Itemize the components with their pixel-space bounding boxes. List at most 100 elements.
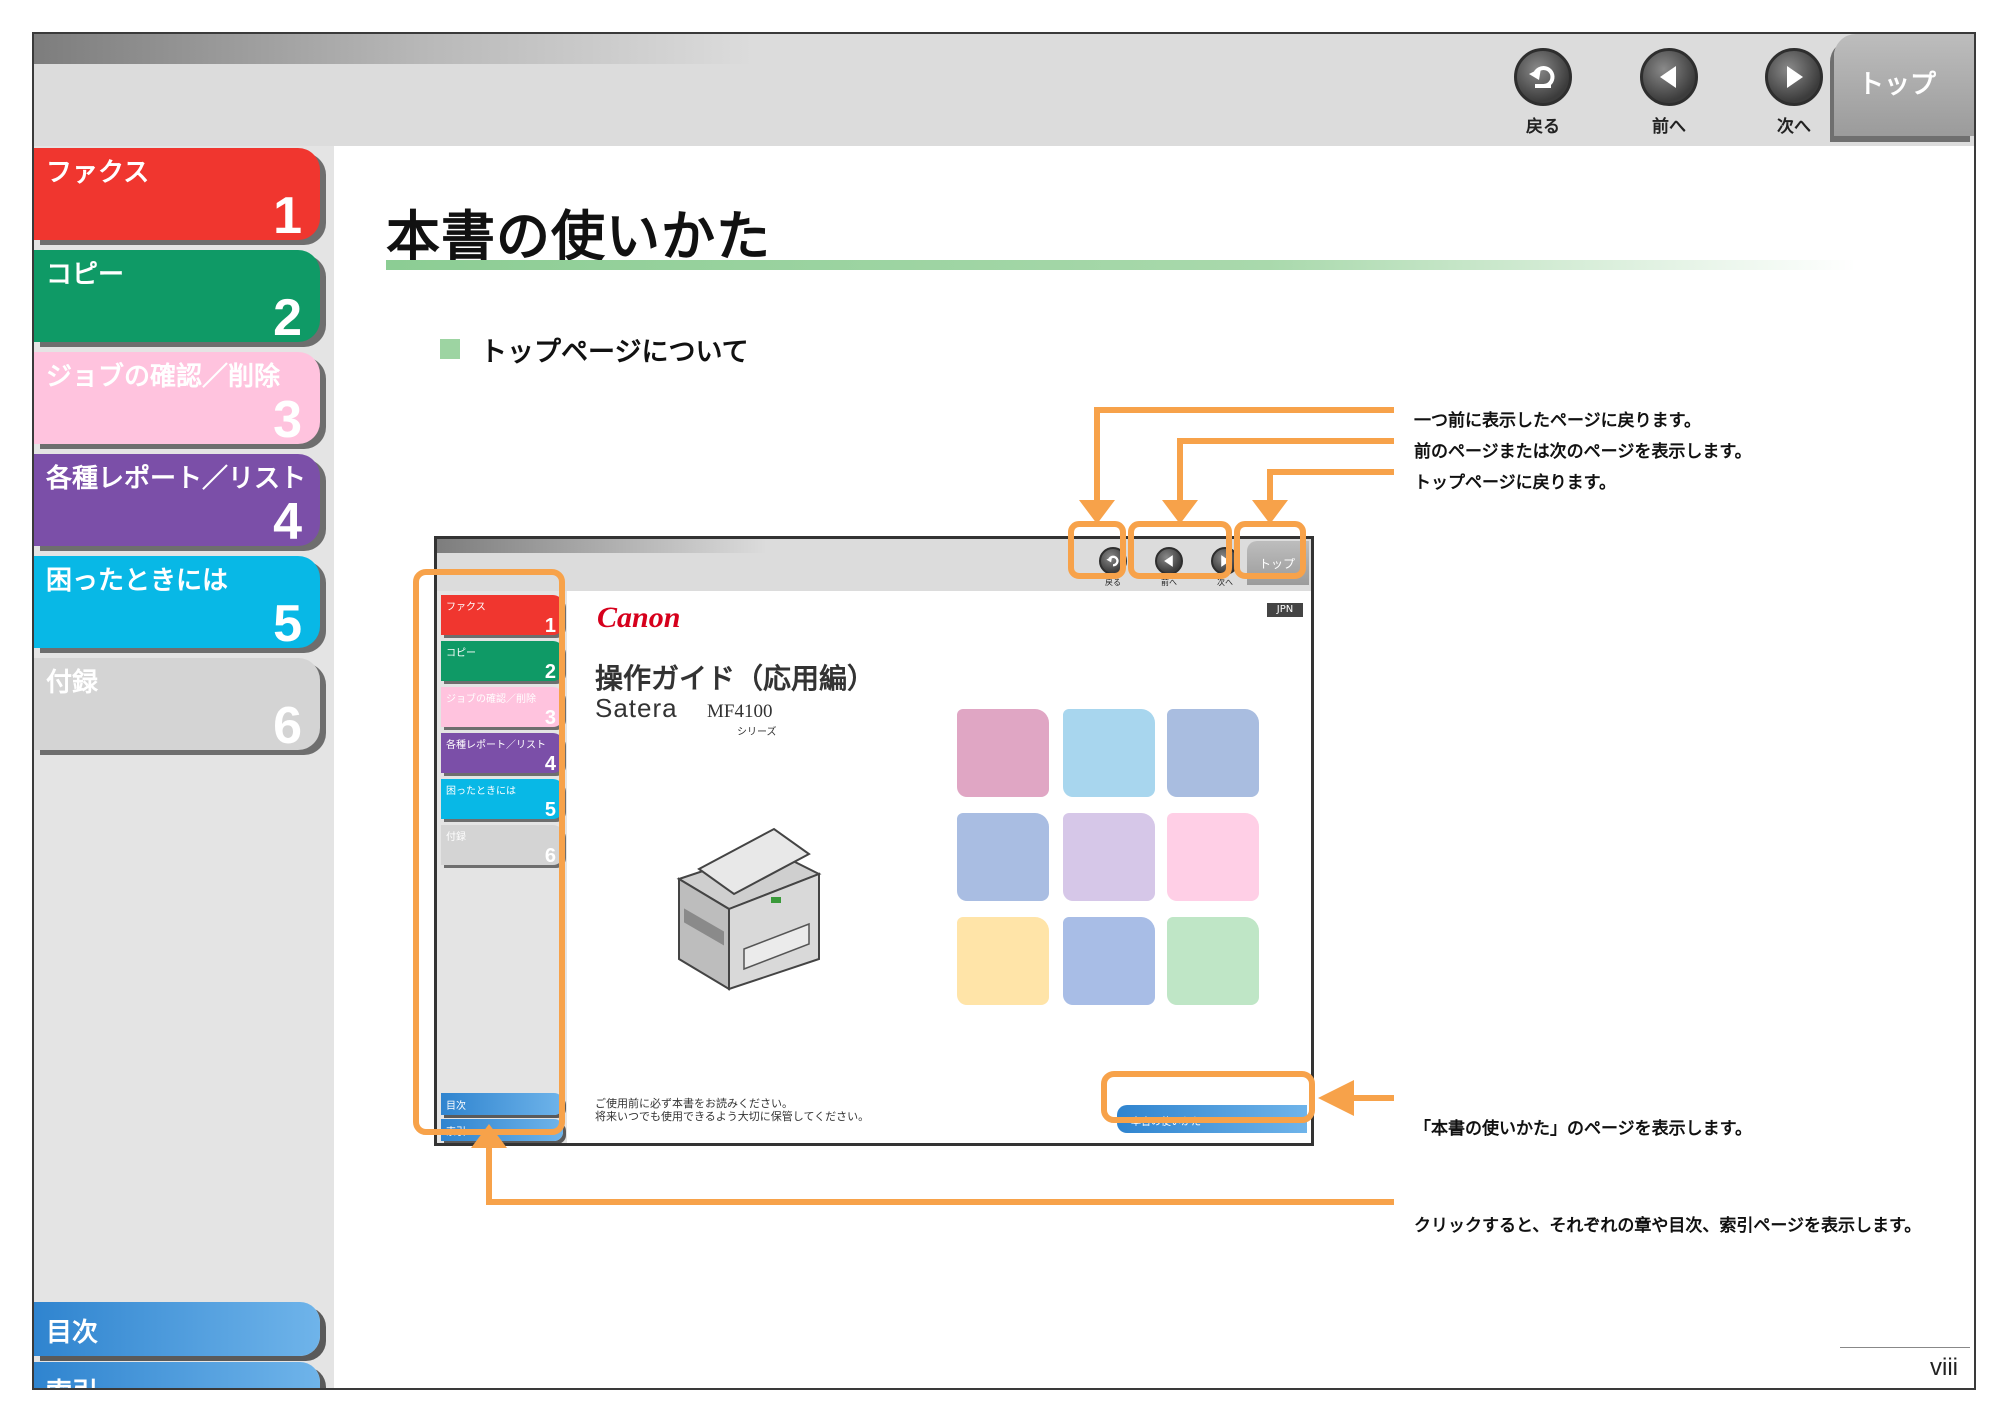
back-arrow-icon [1099, 547, 1127, 575]
prev-button[interactable]: 前へ [1624, 48, 1714, 143]
chapter-tab-jobs[interactable]: ジョブの確認／削除 3 [34, 352, 320, 449]
callout-top: トップページに戻ります。 [1414, 473, 1616, 493]
mini-header: 戻る 前へ 次へ トップ [437, 539, 1311, 591]
back-button[interactable]: 戻る [1498, 48, 1588, 143]
chapter-tab-copy[interactable]: コピー 2 [34, 250, 320, 347]
mini-chapter-number: 1 [544, 615, 556, 637]
arrow-line-back [1094, 407, 1394, 504]
top-page-screenshot: 戻る 前へ 次へ トップ ファクス 1 コピー 2 ジョブの確認／削除 3 各種レポー… [434, 536, 1314, 1146]
color-tile [957, 813, 1049, 901]
mini-back-label: 戻る [1105, 578, 1121, 587]
callout-back: 一つ前に表示したページに戻ります。 [1414, 411, 1701, 431]
mini-chapter-number: 4 [544, 753, 556, 775]
chapter-number: 4 [273, 493, 302, 551]
mini-index-button: 索引 [441, 1119, 563, 1141]
mini-chapter-label: 困ったときには [446, 786, 516, 797]
color-tile [1063, 709, 1155, 797]
mini-chapter-number: 2 [544, 661, 556, 683]
mini-chapter-label: 各種レポート／リスト [446, 740, 546, 751]
mini-chapter-tab: 各種レポート／リスト 4 [441, 733, 563, 775]
chapter-label: コピー [46, 260, 125, 290]
mini-chapter-tab: コピー 2 [441, 641, 563, 683]
printer-illustration [676, 827, 822, 991]
page-number-rule [1840, 1347, 1970, 1348]
mini-sidebar: ファクス 1 コピー 2 ジョブの確認／削除 3 各種レポート／リスト 4 困ったときに… [437, 591, 567, 1143]
guide-title: 操作ガイド（応用編） [595, 662, 876, 695]
color-tile [1063, 813, 1155, 901]
chapter-label: ファクス [46, 158, 150, 188]
mini-header-gradient [437, 539, 767, 553]
product-brand: Satera [595, 693, 678, 723]
mini-chapter-number: 5 [544, 799, 556, 821]
triangle-left-icon [1155, 547, 1183, 575]
product-series: シリーズ [737, 727, 777, 738]
mini-chapter-tab: ジョブの確認／削除 3 [441, 687, 563, 729]
triangle-left-icon [1640, 48, 1698, 106]
chapter-label: 困ったときには [46, 566, 229, 596]
next-button[interactable]: 次へ [1749, 48, 1839, 143]
mini-howto-button: 本書の使いかた [1117, 1105, 1307, 1133]
chapter-number: 6 [273, 697, 302, 755]
mini-next-button: 次へ [1203, 547, 1247, 588]
mini-chapter-label: 付録 [446, 832, 466, 843]
back-arrow-icon [1514, 48, 1572, 106]
mini-prev-label: 前へ [1161, 578, 1177, 587]
square-bullet-icon [440, 339, 460, 359]
header-bar: 戻る 前へ 次へ トップ [34, 34, 1974, 146]
triangle-right-icon [1765, 48, 1823, 106]
callout-chapters: クリックすると、それぞれの章や目次、索引ページを表示します。 [1414, 1216, 1922, 1236]
chapter-number: 3 [273, 391, 302, 449]
color-tile [957, 709, 1049, 797]
mini-top-tab: トップ [1247, 541, 1309, 585]
top-page-tab[interactable]: トップ [1834, 34, 1974, 136]
mini-chapter-tab: 付録 6 [441, 825, 563, 867]
chapter-tab-fax[interactable]: ファクス 1 [34, 148, 320, 245]
manual-page: 戻る 前へ 次へ トップ ファクス 1 コピー 2 ジョブの確認／削除 3 各種レポー… [32, 32, 1976, 1390]
mini-chapter-tab: 困ったときには 5 [441, 779, 563, 821]
mini-back-button: 戻る [1091, 547, 1135, 588]
mini-chapter-label: ジョブの確認／削除 [446, 694, 536, 705]
mini-contents-button: 目次 [441, 1093, 563, 1115]
chapter-number: 1 [273, 187, 302, 245]
chapter-number: 5 [273, 595, 302, 653]
title-underline [386, 260, 1856, 270]
chapter-label: ジョブの確認／削除 [46, 362, 281, 392]
chapter-tab-appendix[interactable]: 付録 6 [34, 658, 320, 755]
color-tile [1063, 917, 1155, 1005]
arrow-head-back [1079, 500, 1115, 524]
color-tile [1167, 813, 1259, 901]
color-tile [1167, 917, 1259, 1005]
language-badge: JPN [1267, 603, 1303, 617]
arrow-line-chapters [486, 1144, 1394, 1205]
callout-howto: 「本書の使いかた」のページを表示します。 [1414, 1119, 1752, 1139]
chapter-tab-troubleshooting[interactable]: 困ったときには 5 [34, 556, 320, 653]
section-heading: トップページについて [480, 337, 749, 368]
mini-chapter-number: 3 [544, 707, 556, 729]
notice-line-1: ご使用前に必ず本書をお読みください。 [595, 1097, 793, 1110]
chapter-tab-reports[interactable]: 各種レポート／リスト 4 [34, 454, 320, 551]
mini-chapter-number: 6 [544, 845, 556, 867]
color-tile [1167, 709, 1259, 797]
mini-chapter-label: コピー [446, 648, 476, 659]
arrow-line-top [1267, 469, 1394, 504]
chapter-number: 2 [273, 289, 302, 347]
mini-chapter-tab: ファクス 1 [441, 595, 563, 637]
arrow-line-prev-next [1177, 438, 1394, 504]
page-number: viii [1930, 1354, 1958, 1381]
mini-next-label: 次へ [1217, 578, 1233, 587]
back-label: 戻る [1526, 117, 1560, 137]
arrow-head-prev-next [1162, 500, 1198, 524]
callout-prev-next: 前のページまたは次のページを表示します。 [1414, 442, 1752, 462]
chapter-label: 付録 [46, 668, 99, 698]
notice-line-2: 将来いつでも使用できるよう大切に保管してください。 [595, 1110, 870, 1123]
product-model: MF4100 [707, 701, 773, 722]
usage-notice: ご使用前に必ず本書をお読みください。 将来いつでも使用できるよう大切に保管してく… [595, 1097, 869, 1123]
contents-button[interactable]: 目次 [34, 1302, 320, 1356]
arrow-head-howto [1318, 1080, 1354, 1116]
triangle-right-icon [1211, 547, 1239, 575]
index-button[interactable]: 索引 [34, 1362, 320, 1388]
next-label: 次へ [1777, 117, 1811, 137]
mini-prev-button: 前へ [1147, 547, 1191, 588]
color-tile [957, 917, 1049, 1005]
mini-chapter-label: ファクス [446, 602, 486, 613]
